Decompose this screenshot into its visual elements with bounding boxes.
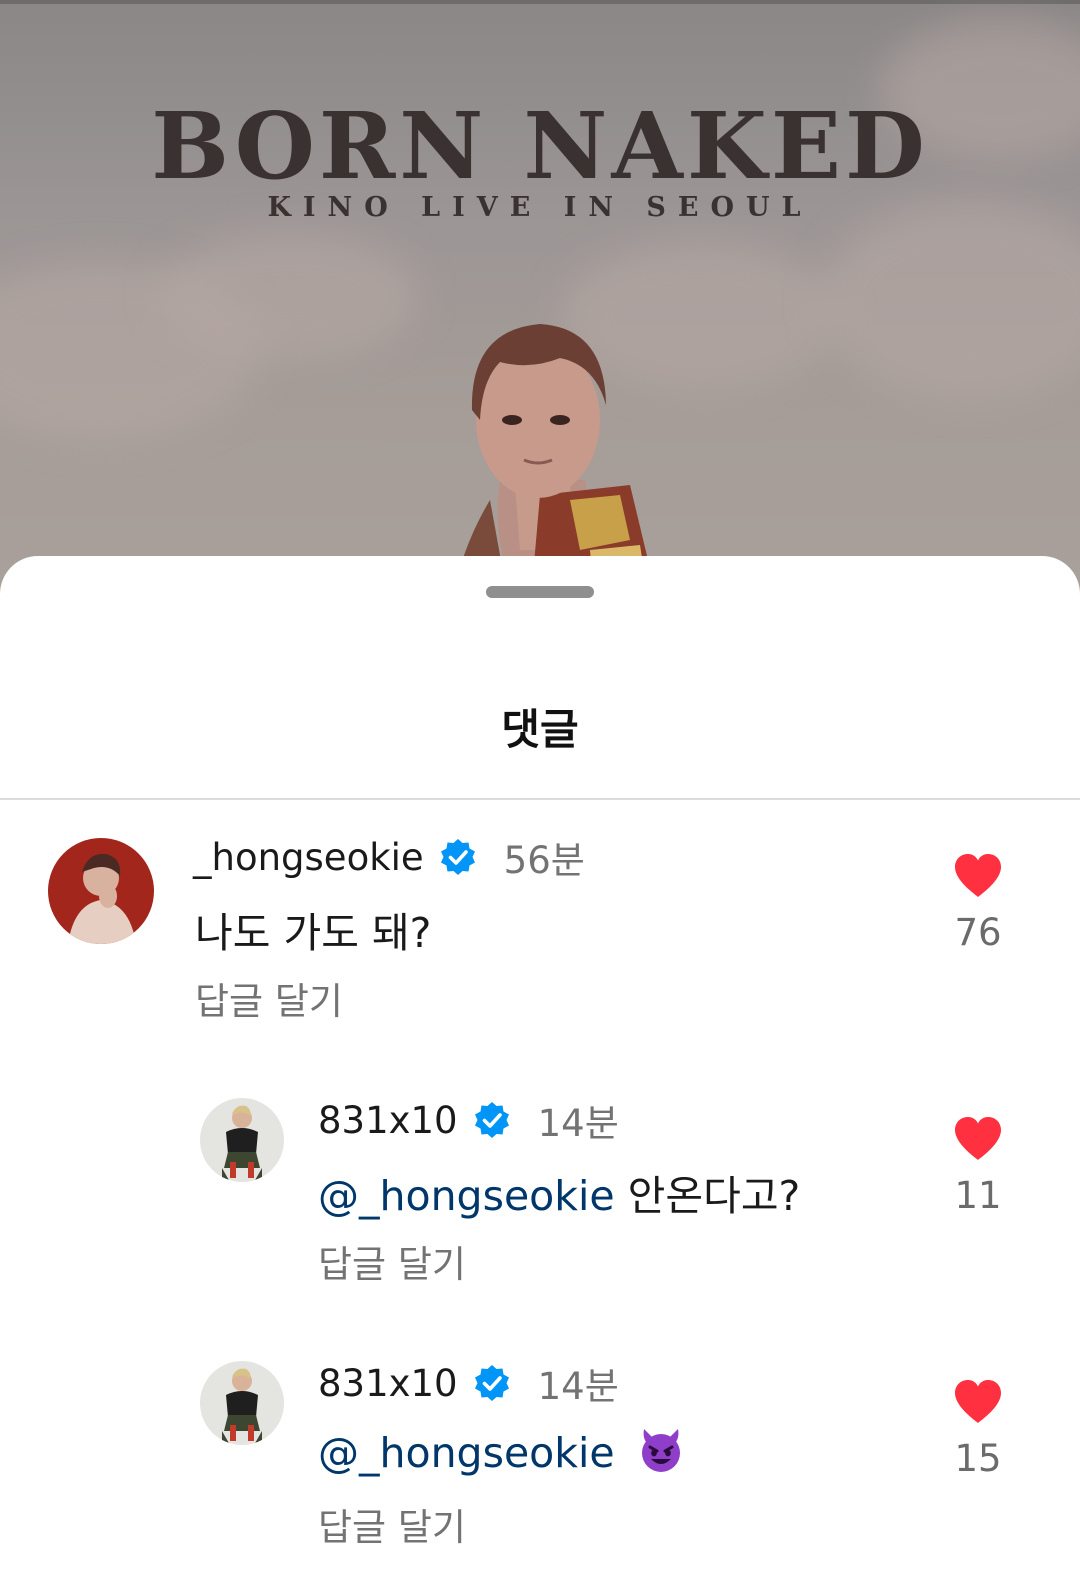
reply-button[interactable]: 답글 달기 bbox=[318, 1234, 466, 1288]
comment-time: 14분 bbox=[537, 1102, 619, 1145]
mention-link[interactable]: @_hongseokie bbox=[318, 1429, 615, 1477]
sheet-title: 댓글 bbox=[501, 705, 579, 754]
username[interactable]: _hongseokie bbox=[193, 836, 424, 879]
mention-link[interactable]: @_hongseokie bbox=[318, 1172, 615, 1220]
avatar-image bbox=[48, 838, 154, 944]
comment-item: _hongseokie 56분 나도 가도 돼? 답글 달기 76 bbox=[0, 835, 1080, 1035]
reply-comment-item: 831x10 14분 @_hongseokie 안온다고? 답글 달기 11 bbox=[0, 1098, 1080, 1298]
status-line bbox=[0, 0, 1080, 4]
post-image: BORN NAKED KINO LIVE IN SEOUL bbox=[0, 0, 1080, 600]
username[interactable]: 831x10 bbox=[318, 1362, 458, 1405]
like-count: 15 bbox=[954, 1437, 1002, 1480]
like-control[interactable]: 15 bbox=[948, 1379, 1008, 1480]
username[interactable]: 831x10 bbox=[318, 1099, 458, 1142]
avatar-image bbox=[200, 1361, 284, 1445]
poster-title: BORN NAKED bbox=[151, 92, 929, 200]
drag-handle[interactable] bbox=[486, 586, 594, 598]
comment-text: 나도 가도 돼? bbox=[195, 899, 431, 959]
heart-icon[interactable] bbox=[952, 1379, 1004, 1425]
divider bbox=[0, 798, 1080, 800]
heart-icon[interactable] bbox=[952, 853, 1004, 899]
like-count: 11 bbox=[954, 1174, 1002, 1217]
avatar-image bbox=[200, 1098, 284, 1182]
comment-header: 831x10 14분 bbox=[318, 1095, 619, 1146]
reply-comment-item: 831x10 14분 @_hongseokie 답글 달기 15 bbox=[0, 1361, 1080, 1561]
comment-body: 나도 가도 돼? bbox=[195, 909, 432, 957]
verified-badge-icon bbox=[440, 839, 475, 875]
like-control[interactable]: 76 bbox=[948, 853, 1008, 954]
cloud bbox=[160, 230, 420, 360]
smiling-devil-emoji-icon bbox=[641, 1429, 680, 1472]
verified-badge-icon bbox=[474, 1365, 509, 1401]
comment-text: @_hongseokie 안온다고? bbox=[318, 1162, 800, 1222]
heart-icon[interactable] bbox=[952, 1116, 1004, 1162]
poster-subtitle: KINO LIVE IN SEOUL bbox=[267, 192, 813, 223]
avatar[interactable] bbox=[48, 838, 154, 944]
cloud bbox=[820, 200, 1080, 400]
like-control[interactable]: 11 bbox=[948, 1116, 1008, 1217]
comment-header: 831x10 14분 bbox=[318, 1358, 619, 1409]
comment-time: 56분 bbox=[503, 839, 585, 882]
avatar[interactable] bbox=[200, 1361, 284, 1445]
like-count: 76 bbox=[954, 911, 1002, 954]
reply-button[interactable]: 답글 달기 bbox=[318, 1497, 466, 1551]
reply-button[interactable]: 답글 달기 bbox=[195, 971, 343, 1025]
comment-time: 14분 bbox=[537, 1365, 619, 1408]
avatar[interactable] bbox=[200, 1098, 284, 1182]
comment-body: 안온다고? bbox=[627, 1172, 801, 1220]
comment-text: @_hongseokie bbox=[318, 1425, 686, 1477]
verified-badge-icon bbox=[474, 1102, 509, 1138]
comment-header: _hongseokie 56분 bbox=[193, 832, 585, 883]
